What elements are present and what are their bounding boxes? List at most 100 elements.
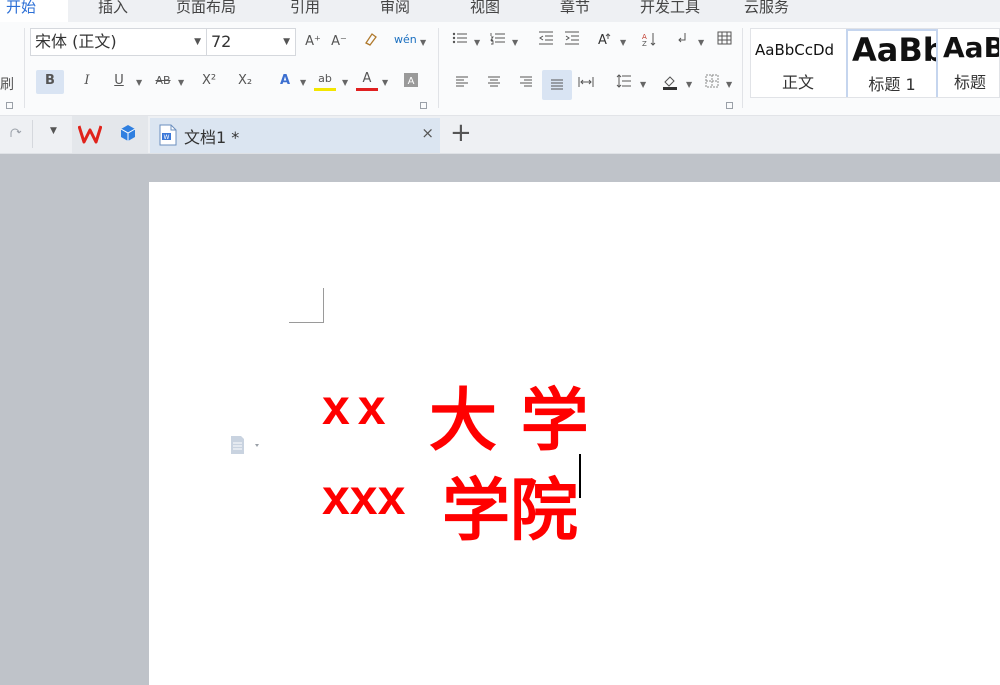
chevron-down-icon: ▼ [283,37,290,47]
chevron-down-icon[interactable]: ▼ [382,78,388,87]
cube-icon[interactable] [119,124,137,146]
paragraph-launcher-icon[interactable] [726,102,733,109]
chevron-down-icon[interactable]: ▼ [512,38,518,47]
align-left-icon[interactable] [452,74,472,96]
style-name: 标题 1 [868,75,916,94]
document-canvas: xx 大 学 xxx 学院 [0,154,1000,685]
font-size-value: 72 [211,32,232,51]
format-painter-label[interactable]: 刷 [0,74,14,96]
svg-text:A: A [598,33,607,47]
grow-font-button[interactable]: A⁺ [302,31,324,53]
chevron-down-icon[interactable]: ▼ [300,78,306,87]
tab-developer[interactable]: 开发工具 [640,0,700,17]
distribute-icon[interactable] [576,74,596,96]
chevron-down-icon[interactable]: ▼ [620,38,626,47]
shading-icon[interactable] [660,74,680,98]
chevron-down-icon[interactable]: ▼ [178,78,184,87]
document-tab-bar: ▼ W 文档1 * × + [0,116,1000,154]
style-heading-1[interactable]: AaBb 标题 1 [846,29,938,97]
chevron-down-icon[interactable]: ▼ [342,78,348,87]
divider [32,120,33,148]
svg-text:Z: Z [642,40,647,47]
new-tab-button[interactable]: + [450,118,472,148]
line2-cjk-text: 学院 [442,471,579,551]
chevron-down-icon[interactable]: ▼ [726,80,732,89]
justify-icon[interactable] [542,70,572,100]
character-shading-icon[interactable]: A [402,72,420,90]
style-normal[interactable]: AaBbCcDd 正文 [751,29,845,97]
svg-text:W: W [164,134,170,141]
document-page[interactable]: xx 大 学 xxx 学院 [149,182,1000,685]
highlight-button[interactable]: ab [314,70,336,91]
underline-button[interactable]: U [110,70,128,92]
paragraph-mark-icon[interactable] [672,31,692,53]
redo-icon[interactable] [8,125,22,144]
ribbon: 刷 宋体 (正文) ▼ 72 ▼ A⁺ A⁻ wén ▼ B I U ▼ AB … [0,22,1000,116]
tab-insert[interactable]: 插入 [98,0,128,17]
tab-sections[interactable]: 章节 [560,0,590,17]
decrease-indent-icon[interactable] [536,31,556,53]
chevron-down-icon: ▼ [194,37,201,47]
chevron-down-icon[interactable]: ▼ [136,78,142,87]
tab-home[interactable]: 开始 [6,0,36,17]
numbered-list-icon[interactable] [488,31,508,53]
wps-logo-icon[interactable] [77,124,103,148]
change-case-icon[interactable]: A [594,31,616,55]
subscript-button[interactable]: X₂ [234,70,256,92]
tab-view[interactable]: 视图 [470,0,500,17]
style-preview: AaBbCcDd [755,41,835,59]
superscript-button[interactable]: X² [198,70,220,92]
font-launcher-icon[interactable] [420,102,427,109]
borders-icon[interactable] [702,74,722,96]
document-tab[interactable]: W 文档1 * × [150,118,440,153]
strikethrough-button[interactable]: AB [152,70,174,92]
style-name: 正文 [781,73,814,92]
bullet-list-icon[interactable] [450,31,470,53]
line1-cjk-text: 大 学 [429,381,589,461]
style-preview: AaB [943,31,1000,64]
chevron-down-icon[interactable]: ▼ [640,80,646,89]
quick-access-dropdown-icon[interactable]: ▼ [50,126,57,136]
paragraph-options-icon[interactable] [229,434,259,460]
style-heading[interactable]: AaB 标题 [939,29,1000,97]
close-tab-button[interactable]: × [421,124,434,142]
font-name-select[interactable]: 宋体 (正文) ▼ [30,28,207,56]
chevron-down-icon[interactable]: ▼ [686,80,692,89]
phonetic-guide-button[interactable]: wén [394,29,417,51]
clear-format-icon[interactable] [360,31,382,55]
chevron-down-icon[interactable]: ▼ [420,38,426,47]
chevron-down-icon[interactable]: ▼ [698,38,704,47]
shrink-font-button[interactable]: A⁻ [328,31,350,53]
font-size-select[interactable]: 72 ▼ [206,28,296,56]
word-document-icon: W [158,124,178,150]
font-color-button[interactable]: A [356,70,378,91]
tab-cloud-service[interactable]: 云服务 [744,0,789,17]
line-spacing-icon[interactable] [614,74,634,96]
font-name-value: 宋体 (正文) [35,32,117,51]
bold-button[interactable]: B [36,70,64,94]
margin-corner-mark [289,288,324,323]
svg-text:A: A [408,76,415,87]
clipboard-launcher-icon[interactable] [6,102,13,109]
align-center-icon[interactable] [484,74,504,96]
align-right-icon[interactable] [516,74,536,96]
text-effect-button[interactable]: A [274,70,296,92]
tab-review[interactable]: 审阅 [380,0,410,17]
line2-latin-text: xxx [322,469,406,525]
style-name: 标题 [953,73,986,92]
chevron-down-icon[interactable]: ▼ [474,38,480,47]
italic-button[interactable]: I [76,70,98,92]
tab-page-layout[interactable]: 页面布局 [176,0,236,17]
group-divider [742,28,743,108]
tab-references[interactable]: 引用 [290,0,320,17]
styles-gallery: AaBbCcDd 正文 AaBb 标题 1 AaB 标题 [750,28,1000,98]
increase-indent-icon[interactable] [562,31,582,53]
document-tab-title: 文档1 * [184,128,240,147]
group-divider [24,28,25,108]
text-cursor [579,454,581,498]
sort-icon[interactable]: AZ [638,31,660,55]
style-preview: AaBb [852,31,938,69]
table-icon[interactable] [714,31,734,53]
menu-bar: 开始 插入 页面布局 引用 审阅 视图 章节 开发工具 云服务 [0,0,1000,22]
line1-latin-text: xx [322,379,394,435]
